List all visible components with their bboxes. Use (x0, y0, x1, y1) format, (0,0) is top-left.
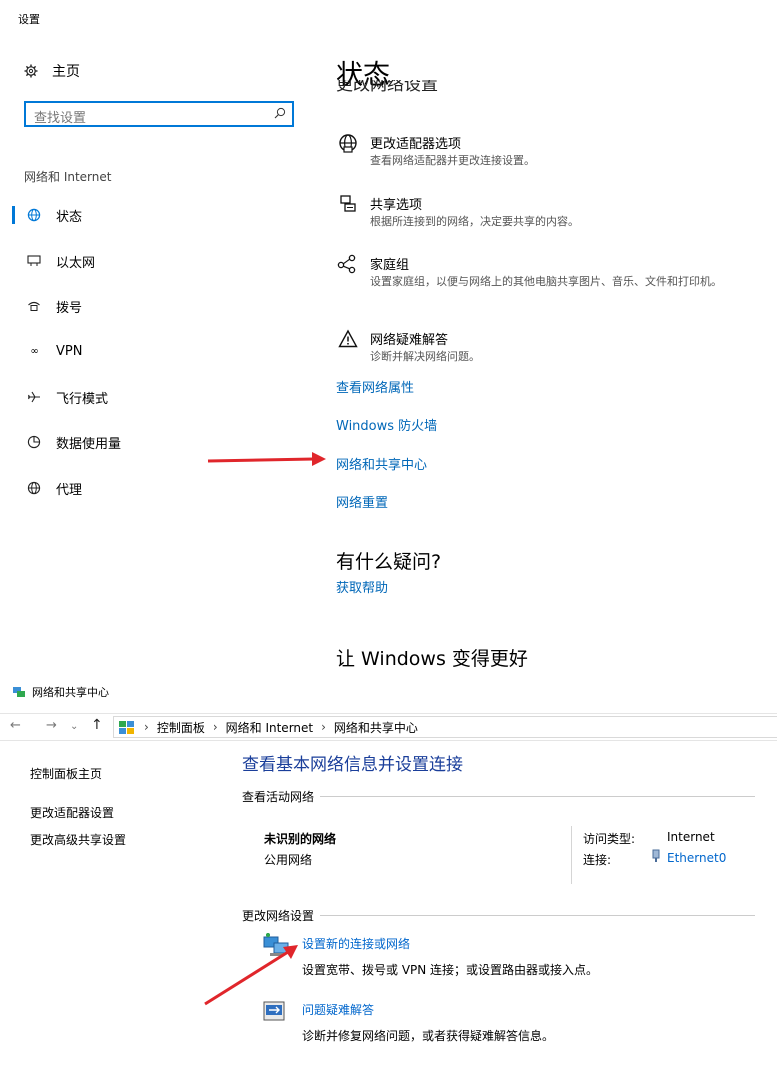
back-arrow-icon[interactable]: ← (10, 718, 21, 733)
option-desc: 诊断并解决网络问题。 (370, 350, 480, 363)
up-arrow-icon[interactable]: ↑ (91, 717, 103, 733)
search-icon (274, 107, 286, 119)
option-desc: 查看网络适配器并更改连接设置。 (370, 154, 535, 167)
group-divider (320, 796, 755, 797)
option-sharing[interactable]: 共享选项 根据所连接到的网络，决定要共享的内容。 (336, 194, 745, 229)
warning-icon (336, 329, 360, 349)
network-center-icon (13, 687, 25, 697)
link-get-help[interactable]: 获取帮助 (336, 577, 388, 596)
search-placeholder: 查找设置 (34, 111, 87, 126)
breadcrumb-separator: › (212, 720, 218, 734)
nav-label: 飞行模式 (56, 391, 109, 407)
control-panel-icon (119, 721, 134, 734)
breadcrumb-item[interactable]: 控制面板 (157, 719, 205, 736)
nav-label: 数据使用量 (56, 436, 122, 452)
status-globe-icon (24, 208, 44, 222)
breadcrumb-separator: › (321, 720, 326, 734)
dialup-icon (24, 300, 44, 312)
network-name: 未识别的网络 (264, 832, 337, 846)
option-title: 网络疑难解答 (370, 333, 449, 348)
option-title: 家庭组 (370, 258, 410, 273)
nav-label: 以太网 (56, 255, 96, 271)
nav-item-status[interactable]: 状态 (11, 202, 83, 228)
home-nav-item[interactable]: 主页 (24, 59, 80, 83)
nav-label: 代理 (56, 482, 83, 498)
nav-label: VPN (56, 343, 83, 359)
nav-item-proxy[interactable]: 代理 (24, 475, 82, 501)
link-network-sharing-center[interactable]: 网络和共享中心 (336, 454, 427, 473)
breadcrumb-item[interactable]: 网络和 Internet (226, 719, 313, 736)
new-connection-icon (263, 933, 289, 956)
airplane-icon (24, 390, 44, 404)
access-type-label: 访问类型: (583, 832, 636, 846)
troubleshoot-icon (263, 1001, 285, 1021)
home-label: 主页 (52, 64, 80, 80)
setup-connection-desc: 设置宽带、拨号或 VPN 连接；或设置路由器或接入点。 (302, 963, 599, 977)
proxy-globe-icon (24, 481, 44, 495)
connection-label: 连接: (583, 853, 612, 867)
option-desc: 设置家庭组，以便与网络上的其他电脑共享图片、音乐、文件和打印机。 (370, 275, 722, 288)
link-firewall[interactable]: Windows 防火墙 (336, 415, 437, 434)
nav-item-vpn[interactable]: ∞ VPN (24, 338, 82, 364)
link-network-reset[interactable]: 网络重置 (336, 492, 388, 511)
active-networks-group: 查看活动网络 (242, 788, 755, 805)
chevron-down-icon[interactable]: ⌄ (70, 721, 78, 732)
address-bar: ← → ⌄ ↑ › 控制面板 › 网络和 Internet › 网络和共享中心 (0, 713, 777, 741)
cp-home-link[interactable]: 控制面板主页 (30, 765, 102, 782)
advanced-sharing-link[interactable]: 更改高级共享设置 (30, 831, 126, 848)
option-troubleshoot[interactable]: 网络疑难解答 诊断并解决网络问题。 (336, 329, 745, 364)
settings-window: 设置 主页 查找设置 网络和 Internet 状态 以太网 拨号 ∞ VPN … (0, 0, 777, 676)
option-title: 更改适配器选项 (370, 137, 462, 152)
nav-item-ethernet[interactable]: 以太网 (24, 248, 95, 274)
access-type-value: Internet (667, 830, 715, 844)
vertical-divider (571, 826, 572, 884)
gear-icon (24, 64, 38, 78)
nav-label: 拨号 (56, 300, 83, 316)
option-title: 共享选项 (370, 198, 423, 213)
network-type: 公用网络 (264, 853, 313, 867)
breadcrumb[interactable]: › 控制面板 › 网络和 Internet › 网络和共享中心 (113, 716, 777, 738)
forward-arrow-icon[interactable]: → (46, 718, 57, 733)
scrolled-heading: 更改网络设置 (336, 80, 438, 95)
troubleshoot-desc: 诊断并修复网络问题，或者获得疑难解答信息。 (302, 1029, 555, 1043)
ethernet-icon (24, 255, 44, 267)
breadcrumb-separator: › (144, 720, 149, 734)
link-network-properties[interactable]: 查看网络属性 (336, 377, 414, 396)
improve-heading: 让 Windows 变得更好 (336, 648, 528, 670)
nav-item-data-usage[interactable]: 数据使用量 (24, 429, 121, 455)
data-usage-icon (24, 435, 44, 449)
category-label: 网络和 Internet (24, 170, 112, 184)
homegroup-icon (336, 254, 360, 274)
option-desc: 根据所连接到的网络，决定要共享的内容。 (370, 215, 579, 228)
nav-label: 状态 (56, 209, 83, 225)
cp-main-title: 查看基本网络信息并设置连接 (242, 755, 463, 775)
question-heading: 有什么疑问? (336, 551, 442, 573)
group-divider (320, 915, 755, 916)
vpn-icon: ∞ (30, 345, 38, 357)
cp-window-title: 网络和共享中心 (12, 684, 109, 700)
ethernet-plug-icon (652, 849, 660, 862)
change-adapter-link[interactable]: 更改适配器设置 (30, 804, 114, 821)
change-settings-group: 更改网络设置 (242, 907, 755, 924)
option-adapter[interactable]: 更改适配器选项 查看网络适配器并更改连接设置。 (336, 133, 745, 168)
option-homegroup[interactable]: 家庭组 设置家庭组，以便与网络上的其他电脑共享图片、音乐、文件和打印机。 (336, 254, 745, 289)
app-title: 设置 (18, 13, 40, 26)
breadcrumb-item[interactable]: 网络和共享中心 (334, 719, 418, 736)
setup-connection-link[interactable]: 设置新的连接或网络 (302, 935, 410, 952)
search-input[interactable]: 查找设置 (24, 101, 294, 127)
nav-item-airplane[interactable]: 飞行模式 (24, 384, 108, 410)
globe-icon (336, 133, 360, 153)
nav-item-dialup[interactable]: 拨号 (24, 293, 82, 319)
share-printer-icon (336, 194, 360, 214)
troubleshoot-link[interactable]: 问题疑难解答 (302, 1001, 374, 1018)
connection-link[interactable]: Ethernet0 (667, 851, 726, 865)
